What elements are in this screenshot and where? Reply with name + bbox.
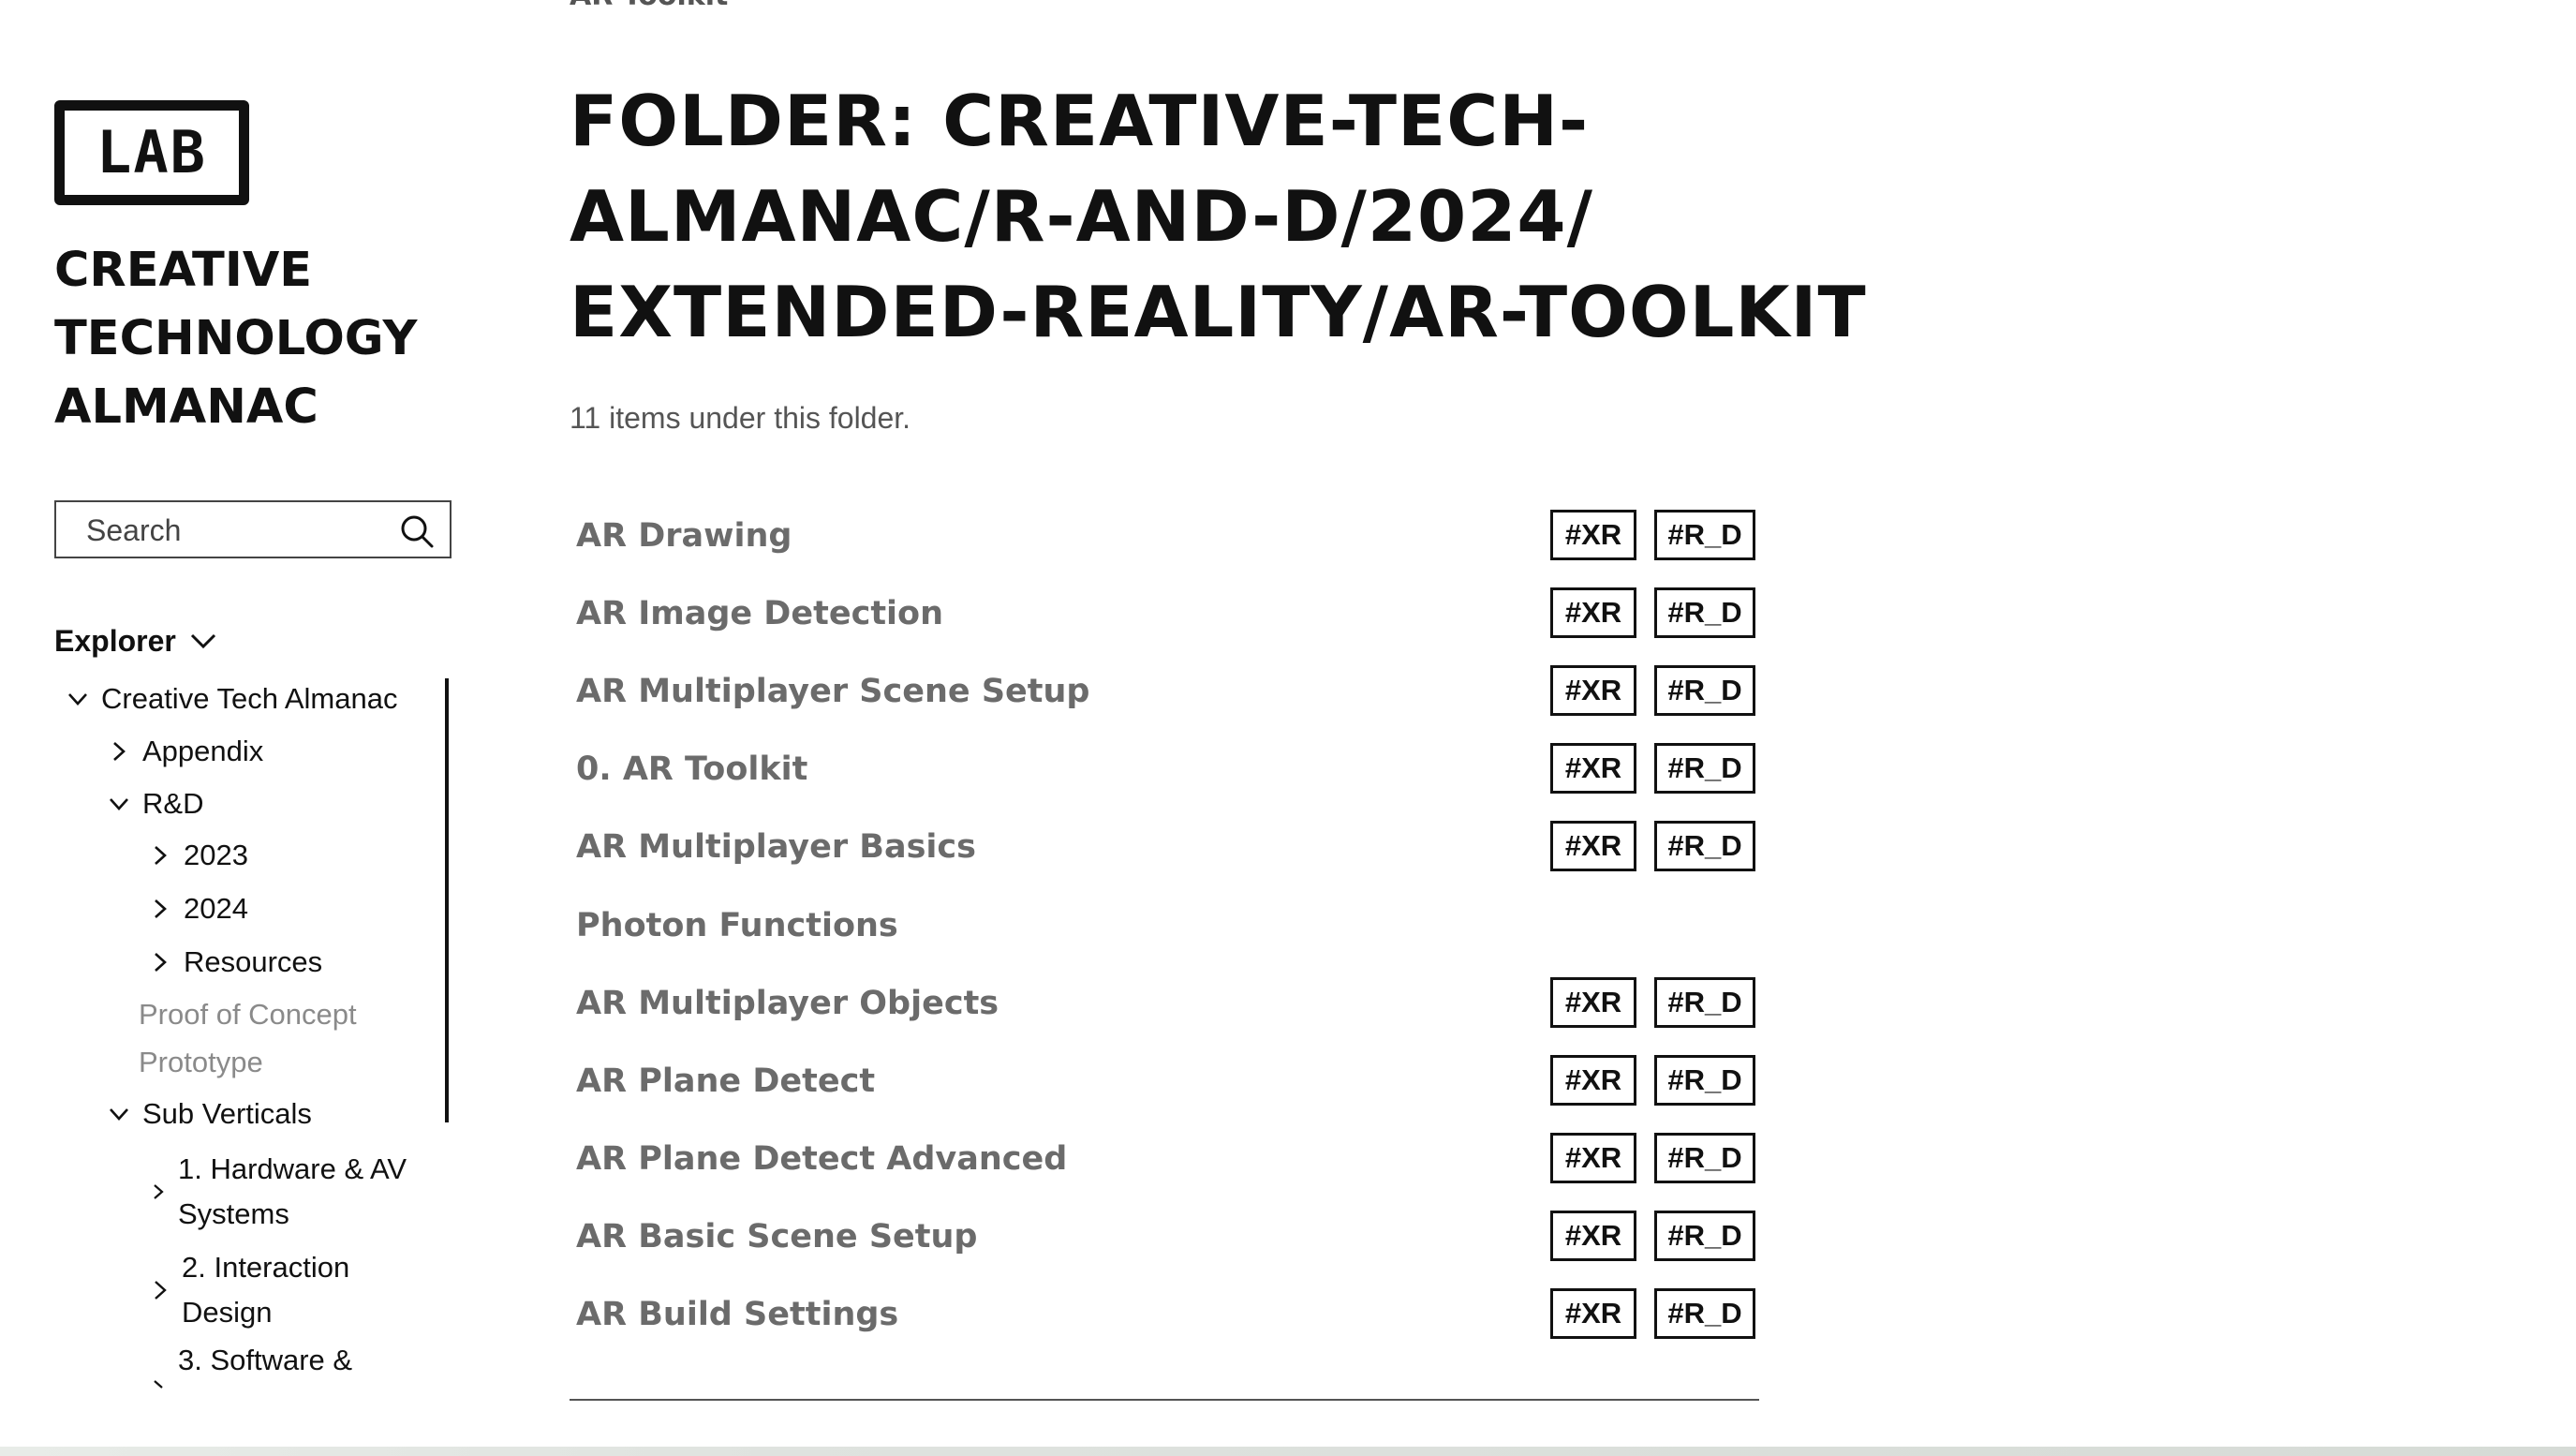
tag-r-d[interactable]: #R_D [1654,977,1755,1028]
tree-item-label: 2024 [184,892,248,925]
chevron-right-icon [155,899,167,918]
tree-item-label: Sub Verticals [142,1097,312,1130]
tag-r-d[interactable]: #R_D [1654,1055,1755,1106]
item-link[interactable]: AR Multiplayer Scene Setup [576,665,1089,718]
list-item: AR Build Settings #XR #R_D [570,1288,1759,1341]
tree-item-label: 3. Software & [178,1344,353,1376]
tag-r-d[interactable]: #R_D [1654,1211,1755,1261]
tree-item-appendix[interactable]: Appendix [109,735,263,768]
tree-item-label: 2. Interaction Design [182,1251,350,1329]
tag-group: #XR #R_D [1550,1211,1755,1263]
tree-item-interaction-design[interactable]: 2. Interaction Design [152,1245,423,1335]
item-link[interactable]: AR Plane Detect Advanced [576,1133,1067,1185]
list-item: AR Plane Detect #XR #R_D [570,1055,1759,1107]
folder-item-list: AR Drawing #XR #R_D AR Image Detection #… [570,0,1759,1456]
list-item: AR Drawing #XR #R_D [570,510,1759,562]
tag-r-d[interactable]: #R_D [1654,587,1755,638]
tree-item-creative-tech-almanac[interactable]: Creative Tech Almanac [67,682,397,716]
tree-item-label: R&D [142,787,204,820]
list-item: Photon Functions [570,899,1759,952]
item-link[interactable]: AR Multiplayer Objects [576,977,999,1030]
chevron-right-icon [155,846,167,865]
tag-group: #XR #R_D [1550,743,1755,795]
list-item: AR Multiplayer Scene Setup #XR #R_D [570,665,1759,718]
tag-r-d[interactable]: #R_D [1654,821,1755,871]
tag-xr[interactable]: #XR [1550,743,1636,794]
item-link[interactable]: 0. AR Toolkit [576,743,807,795]
page: LAB CREATIVE TECHNOLOGY ALMANAC Explorer [0,0,2576,1456]
tag-xr[interactable]: #XR [1550,587,1636,638]
tag-group: #XR #R_D [1550,587,1755,640]
tree-item-prototype[interactable]: Prototype [139,1046,263,1079]
tag-r-d[interactable]: #R_D [1654,743,1755,794]
tag-xr[interactable]: #XR [1550,665,1636,716]
list-item: AR Image Detection #XR #R_D [570,587,1759,640]
explorer-tree: Creative Tech Almanac Appendix R&D 2023 … [54,0,466,1456]
tag-group: #XR #R_D [1550,1055,1755,1107]
tag-group: #XR #R_D [1550,510,1755,562]
tree-item-sub-verticals[interactable]: Sub Verticals [109,1097,312,1131]
chevron-right-icon [155,1281,167,1300]
tag-xr[interactable]: #XR [1550,977,1636,1028]
tag-group: #XR #R_D [1550,1133,1755,1185]
tree-item-label: 1. Hardware & AV Systems [178,1152,407,1230]
tag-group: #XR #R_D [1550,665,1755,718]
tag-r-d[interactable]: #R_D [1654,510,1755,560]
tree-item-software[interactable]: 3. Software & [152,1344,423,1392]
tag-xr[interactable]: #XR [1550,1288,1636,1339]
list-item: AR Multiplayer Basics #XR #R_D [570,821,1759,873]
item-link[interactable]: AR Plane Detect [576,1055,875,1107]
tag-r-d[interactable]: #R_D [1654,665,1755,716]
tag-r-d[interactable]: #R_D [1654,1133,1755,1183]
item-link[interactable]: AR Image Detection [576,587,943,640]
item-link[interactable]: AR Multiplayer Basics [576,821,976,873]
chevron-right-icon [155,953,167,972]
tag-group: #XR #R_D [1550,977,1755,1030]
tree-scrollbar[interactable] [445,678,449,1122]
tag-r-d[interactable]: #R_D [1654,1288,1755,1339]
tree-item-resources[interactable]: Resources [150,945,322,979]
tree-item-label: Prototype [139,1046,263,1078]
tree-item-label: Resources [184,945,323,978]
tag-xr[interactable]: #XR [1550,1211,1636,1261]
tree-item-r-and-d[interactable]: R&D [109,787,203,821]
chevron-right-icon [113,742,126,761]
tag-xr[interactable]: #XR [1550,510,1636,560]
item-link[interactable]: Photon Functions [576,899,898,952]
tag-group: #XR #R_D [1550,821,1755,873]
tree-item-label: Creative Tech Almanac [101,682,398,715]
item-link[interactable]: AR Build Settings [576,1288,898,1341]
tree-item-proof-of-concept[interactable]: Proof of Concept [139,998,357,1032]
tag-xr[interactable]: #XR [1550,1055,1636,1106]
list-item: AR Multiplayer Objects #XR #R_D [570,977,1759,1030]
item-link[interactable]: AR Basic Scene Setup [576,1211,977,1263]
tree-item-2023[interactable]: 2023 [150,839,248,872]
window-bottom-edge [0,1447,2576,1456]
chevron-down-icon [110,798,128,810]
tree-item-hardware-av-systems[interactable]: 1. Hardware & AV Systems [152,1147,423,1237]
list-item: AR Plane Detect Advanced #XR #R_D [570,1133,1759,1185]
chevron-down-icon [110,1108,128,1121]
chevron-down-icon [68,693,87,706]
tree-item-label: 2023 [184,839,248,871]
list-item: AR Basic Scene Setup #XR #R_D [570,1211,1759,1263]
tag-xr[interactable]: #XR [1550,1133,1636,1183]
tag-xr[interactable]: #XR [1550,821,1636,871]
tree-item-label: Proof of Concept [139,998,357,1031]
chevron-right-icon [154,1184,164,1199]
tag-group: #XR #R_D [1550,1288,1755,1341]
chevron-right-icon [154,1380,163,1389]
tree-item-label: Appendix [142,735,264,767]
list-divider [570,1399,1759,1401]
item-link[interactable]: AR Drawing [576,510,792,562]
list-item: 0. AR Toolkit #XR #R_D [570,743,1759,795]
tree-item-2024[interactable]: 2024 [150,892,248,926]
